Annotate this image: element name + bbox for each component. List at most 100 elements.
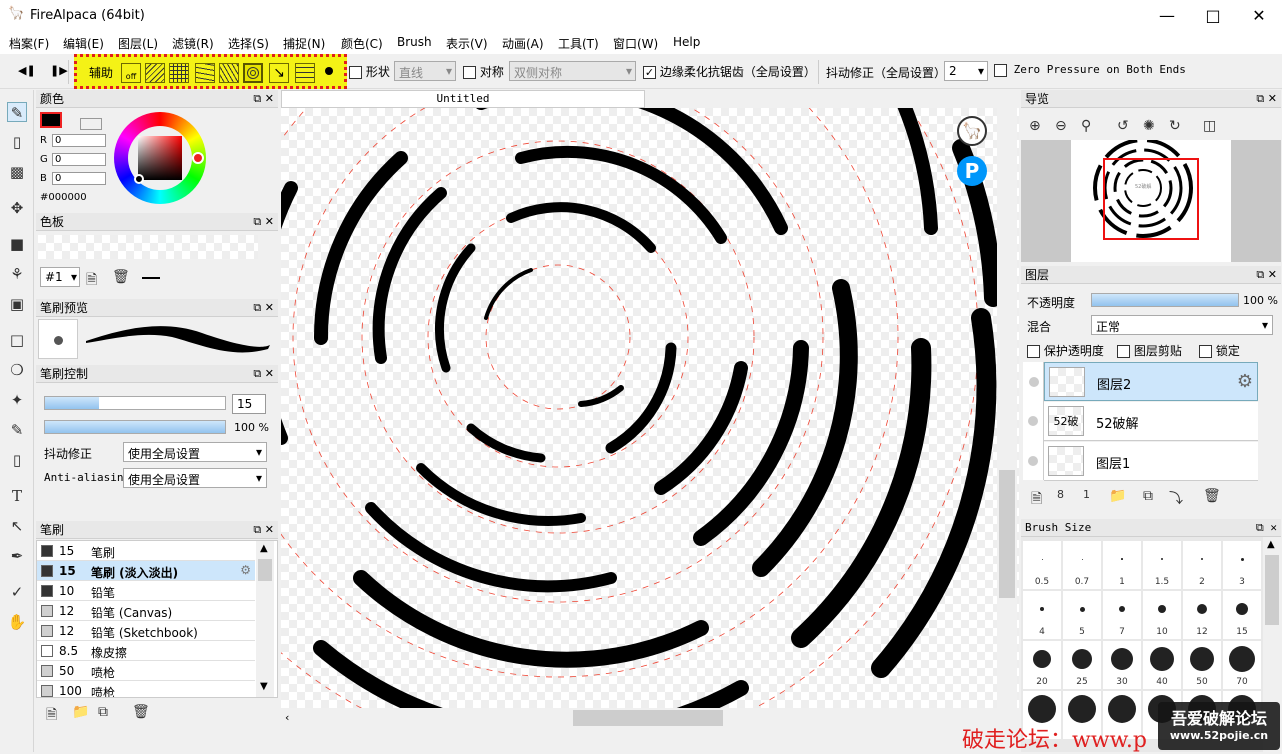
layer-item[interactable]: 52破解 52破解 (1028, 402, 1258, 441)
operation-tool-icon[interactable]: ↖ (7, 516, 27, 536)
fill-tool-icon[interactable]: ■ (7, 234, 27, 254)
panel-float-close-icon[interactable]: ⧉ ✕ (253, 90, 274, 108)
menu-window[interactable]: 窗口(W) (613, 35, 658, 52)
text-tool-icon[interactable]: T (7, 486, 27, 506)
menu-color[interactable]: 颜色(C) (341, 35, 383, 52)
snap-parallel-icon[interactable] (145, 63, 165, 83)
next-frame-icon[interactable]: ❚▶ (50, 64, 68, 77)
canvas-area[interactable]: 🦙 P (281, 108, 1019, 708)
gear-icon[interactable]: ⚙ (240, 563, 251, 577)
snap-vanishing-point-icon[interactable] (195, 63, 215, 83)
panel-float-close-icon[interactable]: ⧉ ✕ (1256, 519, 1277, 537)
menu-layer[interactable]: 图层(L) (118, 35, 158, 52)
brush-size-cell[interactable]: 2 (1183, 541, 1221, 589)
brush-size-cell[interactable]: 0.7 (1063, 541, 1101, 589)
menu-edit[interactable]: 编辑(E) (63, 35, 104, 52)
new-brush-icon[interactable]: 🗎 (46, 704, 57, 728)
eraser-tool-icon[interactable]: ▯ (7, 132, 27, 152)
gradient-tool-icon[interactable]: ▣ (7, 294, 27, 314)
menu-animation[interactable]: 动画(A) (502, 35, 544, 52)
flip-icon[interactable]: ◫ (1203, 118, 1216, 134)
scroll-thumb[interactable] (573, 710, 723, 726)
snap-settings-dot-icon[interactable] (325, 67, 333, 75)
primary-color-swatch[interactable] (40, 112, 62, 128)
brush-size-cell[interactable]: 40 (1143, 641, 1181, 689)
brush-size-cell[interactable]: 4 (1023, 591, 1061, 639)
snap-crisscross-icon[interactable] (169, 63, 189, 83)
move-tool-icon[interactable]: ✥ (7, 198, 27, 218)
brush-size-cell[interactable]: 1.5 (1143, 541, 1181, 589)
brush-size-slider[interactable] (44, 396, 226, 410)
g-input[interactable]: 0 (52, 153, 106, 166)
scroll-thumb[interactable] (258, 559, 272, 581)
antialias-checkbox[interactable]: ✓ (643, 66, 656, 79)
brush-list-item[interactable]: 12 铅笔 (Sketchbook) (37, 621, 255, 641)
shape-select[interactable]: 直线 ▾ (394, 61, 456, 81)
scroll-thumb[interactable] (999, 470, 1015, 598)
new-folder-icon[interactable]: 📁 (1109, 488, 1126, 504)
palette-line-icon[interactable] (142, 277, 160, 279)
hue-handle[interactable] (192, 152, 204, 164)
brush-list-item[interactable]: 15 笔刷 (37, 541, 255, 561)
snap-curve-icon[interactable]: ↘ (269, 63, 289, 83)
pixiv-badge-icon[interactable]: P (957, 156, 987, 186)
scroll-up-icon[interactable]: ▲ (1267, 539, 1275, 550)
panel-float-close-icon[interactable]: ⧉ ✕ (1256, 90, 1277, 108)
merge-layer-icon[interactable]: ⤵ (1169, 488, 1183, 508)
gear-icon[interactable]: ⚙ (1237, 371, 1253, 392)
navigator-thumbnail[interactable]: 52破解 (1021, 138, 1281, 262)
alpaca-badge-icon[interactable]: 🦙 (957, 116, 987, 146)
duplicate-brush-icon[interactable]: ⧉ (98, 704, 108, 720)
stabilizer-select[interactable]: 2 ▾ (944, 61, 988, 81)
snap-3d-perspective-icon[interactable] (295, 63, 315, 83)
zoom-reset-icon[interactable]: ⚲ (1081, 118, 1091, 134)
layer-visibility-icon[interactable] (1029, 377, 1039, 387)
brush-list-scrollbar[interactable]: ▲ ▼ (256, 541, 274, 697)
brush-antialias-select[interactable]: 使用全局设置 ▾ (123, 468, 267, 488)
delete-layer-icon[interactable]: 🗑 (1203, 488, 1221, 504)
brush-list-item[interactable]: 15 笔刷 (淡入淡出) ⚙ (37, 561, 255, 581)
brush-size-cell[interactable]: 12 (1183, 591, 1221, 639)
new-8bit-layer-icon[interactable]: 8 (1057, 488, 1064, 501)
new-1bit-layer-icon[interactable]: 1 (1083, 488, 1090, 501)
brush-size-cell[interactable]: 20 (1023, 641, 1061, 689)
close-button[interactable]: ✕ (1236, 0, 1282, 32)
brush-size-cell[interactable]: 7 (1103, 591, 1141, 639)
b-input[interactable]: 0 (52, 172, 106, 185)
symmetry-checkbox[interactable] (463, 66, 476, 79)
rotate-reset-icon[interactable]: ✺ (1143, 118, 1155, 134)
rotate-right-icon[interactable]: ↻ (1169, 118, 1181, 134)
layer-visibility-icon[interactable] (1028, 416, 1038, 426)
dot-tool-icon[interactable]: ▩ (7, 162, 27, 182)
blend-mode-select[interactable]: 正常 ▾ (1091, 315, 1273, 335)
brush-size-cell[interactable]: 3 (1223, 541, 1261, 589)
duplicate-layer-icon[interactable]: ⧉ (1143, 488, 1153, 504)
brush-list-item[interactable]: 100 喷枪 (37, 681, 255, 697)
brush-size-cell[interactable]: 15 (1223, 591, 1261, 639)
menu-select[interactable]: 选择(S) (228, 35, 269, 52)
brush-list-item[interactable]: 10 铅笔 (37, 581, 255, 601)
panel-float-close-icon[interactable]: ⧉ ✕ (1256, 266, 1277, 284)
snap-radial-icon[interactable] (219, 63, 239, 83)
brush-size-cell[interactable]: 50 (1183, 641, 1221, 689)
pen-tool-icon[interactable]: ✎ (7, 102, 27, 122)
scroll-down-icon[interactable]: ▼ (260, 681, 268, 692)
bucket-tool-icon[interactable]: ⚘ (7, 264, 27, 284)
color-square[interactable] (138, 136, 182, 180)
protect-alpha-checkbox[interactable] (1027, 345, 1040, 358)
palette-select[interactable]: #1 ▾ (40, 267, 80, 287)
brush-size-input[interactable]: 15 (232, 394, 266, 414)
brush-size-cell[interactable]: 0.5 (1023, 541, 1061, 589)
menu-help[interactable]: Help (673, 35, 700, 49)
panel-float-close-icon[interactable]: ⧉ ✕ (253, 299, 274, 317)
navigator-viewport[interactable] (1103, 158, 1199, 240)
scroll-thumb[interactable] (1265, 555, 1279, 625)
secondary-color-swatch[interactable] (80, 118, 102, 130)
panel-float-close-icon[interactable]: ⧉ ✕ (253, 521, 274, 539)
menu-tools[interactable]: 工具(T) (558, 35, 599, 52)
brush-size-cell[interactable]: 70 (1223, 641, 1261, 689)
hand-tool-icon[interactable]: ✋ (7, 612, 27, 632)
layer-item[interactable]: 图层1 (1028, 442, 1258, 481)
divide-tool-icon[interactable]: ✒ (7, 546, 27, 566)
brush-size-cell[interactable]: 30 (1103, 641, 1141, 689)
